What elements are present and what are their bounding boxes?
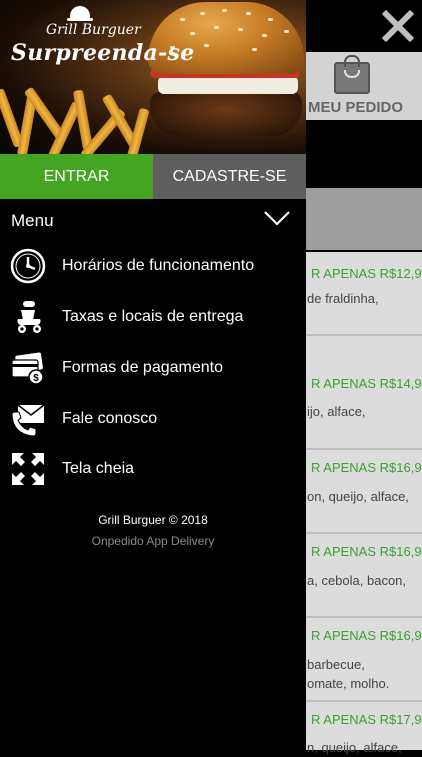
side-drawer: Grill Burguer Surpreenda-se ENTRAR CADAS… [0,0,306,750]
chevron-down-icon[interactable] [263,208,291,228]
menu-title: Menu [11,211,54,230]
product-description: ijo, alface, [307,404,366,419]
product-price: R APENAS R$17,90 [311,712,422,727]
menu-item-label: Tela cheia [62,460,135,477]
my-order-label[interactable]: MEU PEDIDO [308,99,403,116]
chef-hat-logo [67,6,93,21]
product-description: de fraldinha, [307,291,379,306]
product-price: R APENAS R$16,90 [311,628,422,643]
category-bar [306,188,422,250]
menu-item-label: Horários de funcionamento [62,257,255,274]
menu-item-label: Fale conosco [62,410,158,427]
menu-header[interactable]: Menu [0,199,306,243]
menu-item-opening-hours[interactable]: Horários de funcionamento [0,241,306,291]
product-price: R APENAS R$16,90 [311,544,422,559]
clock-icon [10,248,46,284]
menu-item-label: Formas de pagamento [62,359,223,376]
close-icon[interactable] [380,8,414,42]
footer-copyright: Grill Burguer © 2018 [98,513,208,527]
footer-app-name: Onpedido App Delivery [91,534,215,548]
product-price: R APENAS R$12,90 [311,266,422,281]
menu-item-contact[interactable]: Fale conosco [0,394,306,444]
menu-item-label: Taxas e locais de entrega [62,308,244,325]
banner-image: Grill Burguer Surpreenda-se [0,0,306,169]
product-description: a, cebola, bacon, [307,573,407,588]
product-price: R APENAS R$14,90 [311,376,422,391]
menu-item-fullscreen[interactable]: Tela cheia [0,444,306,494]
shopping-bag-icon [334,55,370,94]
svg-text:$: $ [33,373,39,384]
product-price: R APENAS R$16,90 [311,460,422,475]
envelope-phone-icon [11,404,45,437]
product-description: n, queijo, alface, [307,740,402,755]
card-payment-icon: $ [11,352,44,385]
signup-button[interactable]: CADASTRE-SE [153,154,306,199]
brand-name: Grill Burguer [46,22,141,38]
slogan: Surpreenda-se [11,40,195,66]
scooter-icon [17,301,41,333]
enter-button[interactable]: ENTRAR [0,154,153,199]
product-description: on, queijo, alface, [307,489,409,504]
menu-item-payment-methods[interactable]: $ Formas de pagamento [0,343,306,393]
menu-item-delivery-fees[interactable]: Taxas e locais de entrega [0,292,306,342]
product-description: barbecue, [307,657,365,672]
fullscreen-icon [12,453,44,485]
product-description: omate, molho. [307,676,390,691]
